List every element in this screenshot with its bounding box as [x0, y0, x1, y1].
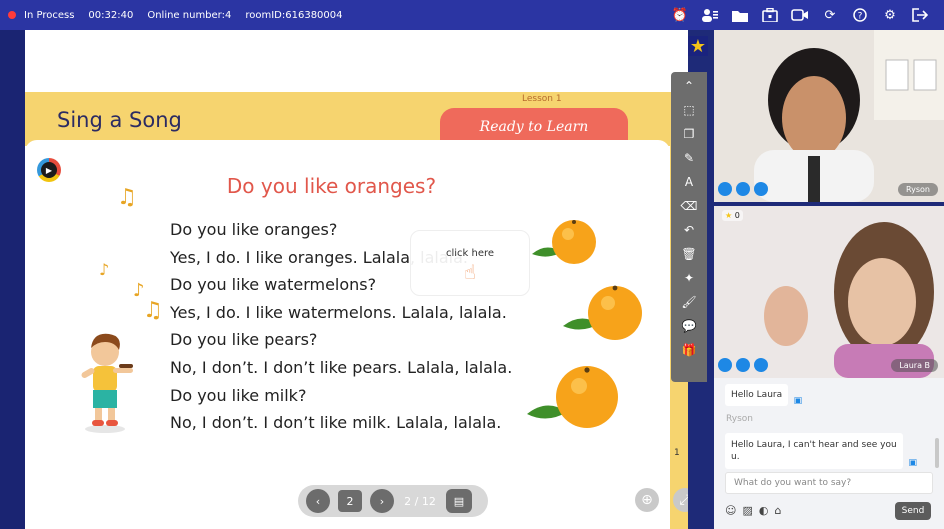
- page-count: 2 / 12: [404, 494, 436, 508]
- alarm-icon[interactable]: ⏰: [670, 5, 690, 25]
- chat-message: Hello Laura ▣: [725, 384, 802, 406]
- chat-bubble-icon[interactable]: 💬: [679, 316, 699, 336]
- teacher-controls: [718, 182, 768, 196]
- click-here-label: click here: [445, 248, 495, 259]
- camera-icon[interactable]: [718, 182, 732, 196]
- lyric-line: No, I don’t. I don’t like milk. Lalala, …: [170, 413, 502, 433]
- section-title: Sing a Song: [57, 108, 182, 132]
- left-strip: [0, 30, 25, 529]
- student-controls: [718, 358, 768, 372]
- star-icon: ★: [725, 211, 733, 220]
- student-video-frame: [714, 206, 944, 378]
- music-note-icon: ♪: [99, 260, 110, 279]
- status-text: In Process: [24, 9, 75, 21]
- translate-icon[interactable]: ▣: [794, 396, 803, 406]
- users-icon[interactable]: [700, 5, 720, 25]
- lyric-line: Do you like pears?: [170, 330, 318, 350]
- boy-illustration: [81, 333, 133, 433]
- music-note-icon: ♫: [117, 185, 137, 210]
- page-navigator: ‹ 2 › 2 / 12 ▤: [298, 485, 488, 517]
- current-page-input[interactable]: 2: [338, 490, 362, 512]
- refresh-icon[interactable]: ⟳: [820, 5, 840, 25]
- music-note-icon: ♫: [143, 298, 163, 323]
- zoom-in-icon[interactable]: ⊕: [635, 488, 659, 512]
- lyric-line: Yes, I do. I like watermelons. Lalala, l…: [170, 302, 507, 322]
- lyric-line: No, I don’t. I don’t like pears. Lalala,…: [170, 357, 513, 377]
- student-stars: 0: [734, 211, 740, 220]
- orange-icon: [527, 366, 618, 428]
- top-bar: In Process 00:32:40 Online number:4 room…: [0, 0, 944, 30]
- camera-icon[interactable]: [718, 358, 732, 372]
- collapse-icon[interactable]: ⌃: [679, 76, 699, 96]
- top-icons: ⏰ ⟳ ? ⚙: [670, 5, 930, 25]
- orange-icon: [563, 285, 642, 340]
- chat-scrollbar[interactable]: [935, 438, 939, 468]
- message-text: Hello Laura, I can't hear and see you u.: [731, 440, 897, 462]
- chat-tools: ☺ ▨ ◐ ⌂: [725, 504, 781, 517]
- select-icon[interactable]: ⬚: [679, 100, 699, 120]
- recording-indicator-icon: [8, 11, 16, 19]
- online-number: Online number:4: [147, 9, 232, 21]
- help-icon[interactable]: ?: [850, 5, 870, 25]
- microphone-icon[interactable]: [736, 358, 750, 372]
- send-button[interactable]: Send: [895, 502, 931, 520]
- chat-input[interactable]: [725, 472, 933, 494]
- gear-icon[interactable]: ⚙: [880, 5, 900, 25]
- brush-icon[interactable]: 🖌: [679, 292, 699, 312]
- page-badge: 1: [674, 448, 680, 458]
- emoji-icon[interactable]: ☺: [725, 504, 736, 517]
- prev-page-button[interactable]: ‹: [306, 489, 330, 513]
- drawing-toolbar: ⌃ ⬚ ❐ ✎ A ⌫ ↶ 🗑 ✦ 🖌 💬 🎁: [671, 72, 707, 382]
- gift-icon[interactable]: ⌂: [774, 504, 781, 517]
- teacher-video-frame: [714, 30, 944, 202]
- pen-icon[interactable]: ✎: [679, 148, 699, 168]
- message-sender: Ryson: [726, 414, 753, 424]
- message-text: Hello Laura: [731, 390, 783, 400]
- gift-icon[interactable]: 🎁: [679, 340, 699, 360]
- student-star-count: ★ 0: [722, 210, 743, 221]
- chat-panel: Hello Laura ▣ Ryson Hello Laura, I can't…: [714, 378, 944, 529]
- magic-wand-icon[interactable]: ✦: [679, 268, 699, 288]
- orange-icon: [532, 220, 596, 264]
- expand-icon[interactable]: [754, 358, 768, 372]
- video-icon[interactable]: [790, 5, 810, 25]
- trash-icon[interactable]: 🗑: [679, 244, 699, 264]
- copy-icon[interactable]: ❐: [679, 124, 699, 144]
- pointing-hand-icon: ☝: [463, 260, 477, 284]
- lyric-line: Do you like milk?: [170, 385, 307, 405]
- exit-icon[interactable]: [910, 5, 930, 25]
- eraser-icon[interactable]: ⌫: [679, 196, 699, 216]
- expand-icon[interactable]: [754, 182, 768, 196]
- folder-icon[interactable]: [730, 5, 750, 25]
- svg-text:?: ?: [858, 12, 863, 22]
- chat-message: Hello Laura, I can't hear and see you u.…: [725, 433, 917, 469]
- translate-icon[interactable]: ▣: [908, 457, 917, 469]
- microphone-icon[interactable]: [736, 182, 750, 196]
- student-video: ★ 0 Laura B: [714, 202, 944, 378]
- lesson-label: Lesson 1: [522, 94, 562, 104]
- star-reward-icon[interactable]: ★: [688, 36, 708, 57]
- timer-text: 00:32:40: [88, 9, 134, 21]
- student-name: Laura B: [891, 359, 938, 372]
- undo-icon[interactable]: ↶: [679, 220, 699, 240]
- click-here-hint[interactable]: click here ☝: [410, 230, 530, 296]
- toolbox-icon[interactable]: [760, 5, 780, 25]
- right-panel: Ryson ★ 0 Laura B Hello Laura ▣ Ryson He…: [714, 30, 944, 529]
- notes-icon[interactable]: ▤: [446, 489, 472, 513]
- room-id: roomID:616380004: [245, 9, 343, 21]
- next-page-button[interactable]: ›: [370, 489, 394, 513]
- image-icon[interactable]: ▨: [742, 504, 752, 517]
- text-icon[interactable]: A: [679, 172, 699, 192]
- teacher-video: Ryson: [714, 30, 944, 202]
- toggle-icon[interactable]: ◐: [759, 504, 769, 517]
- courseware-slide: Sing a Song Lesson 1 Ready to Learn 1 ▶ …: [25, 30, 688, 529]
- teacher-name: Ryson: [898, 183, 938, 196]
